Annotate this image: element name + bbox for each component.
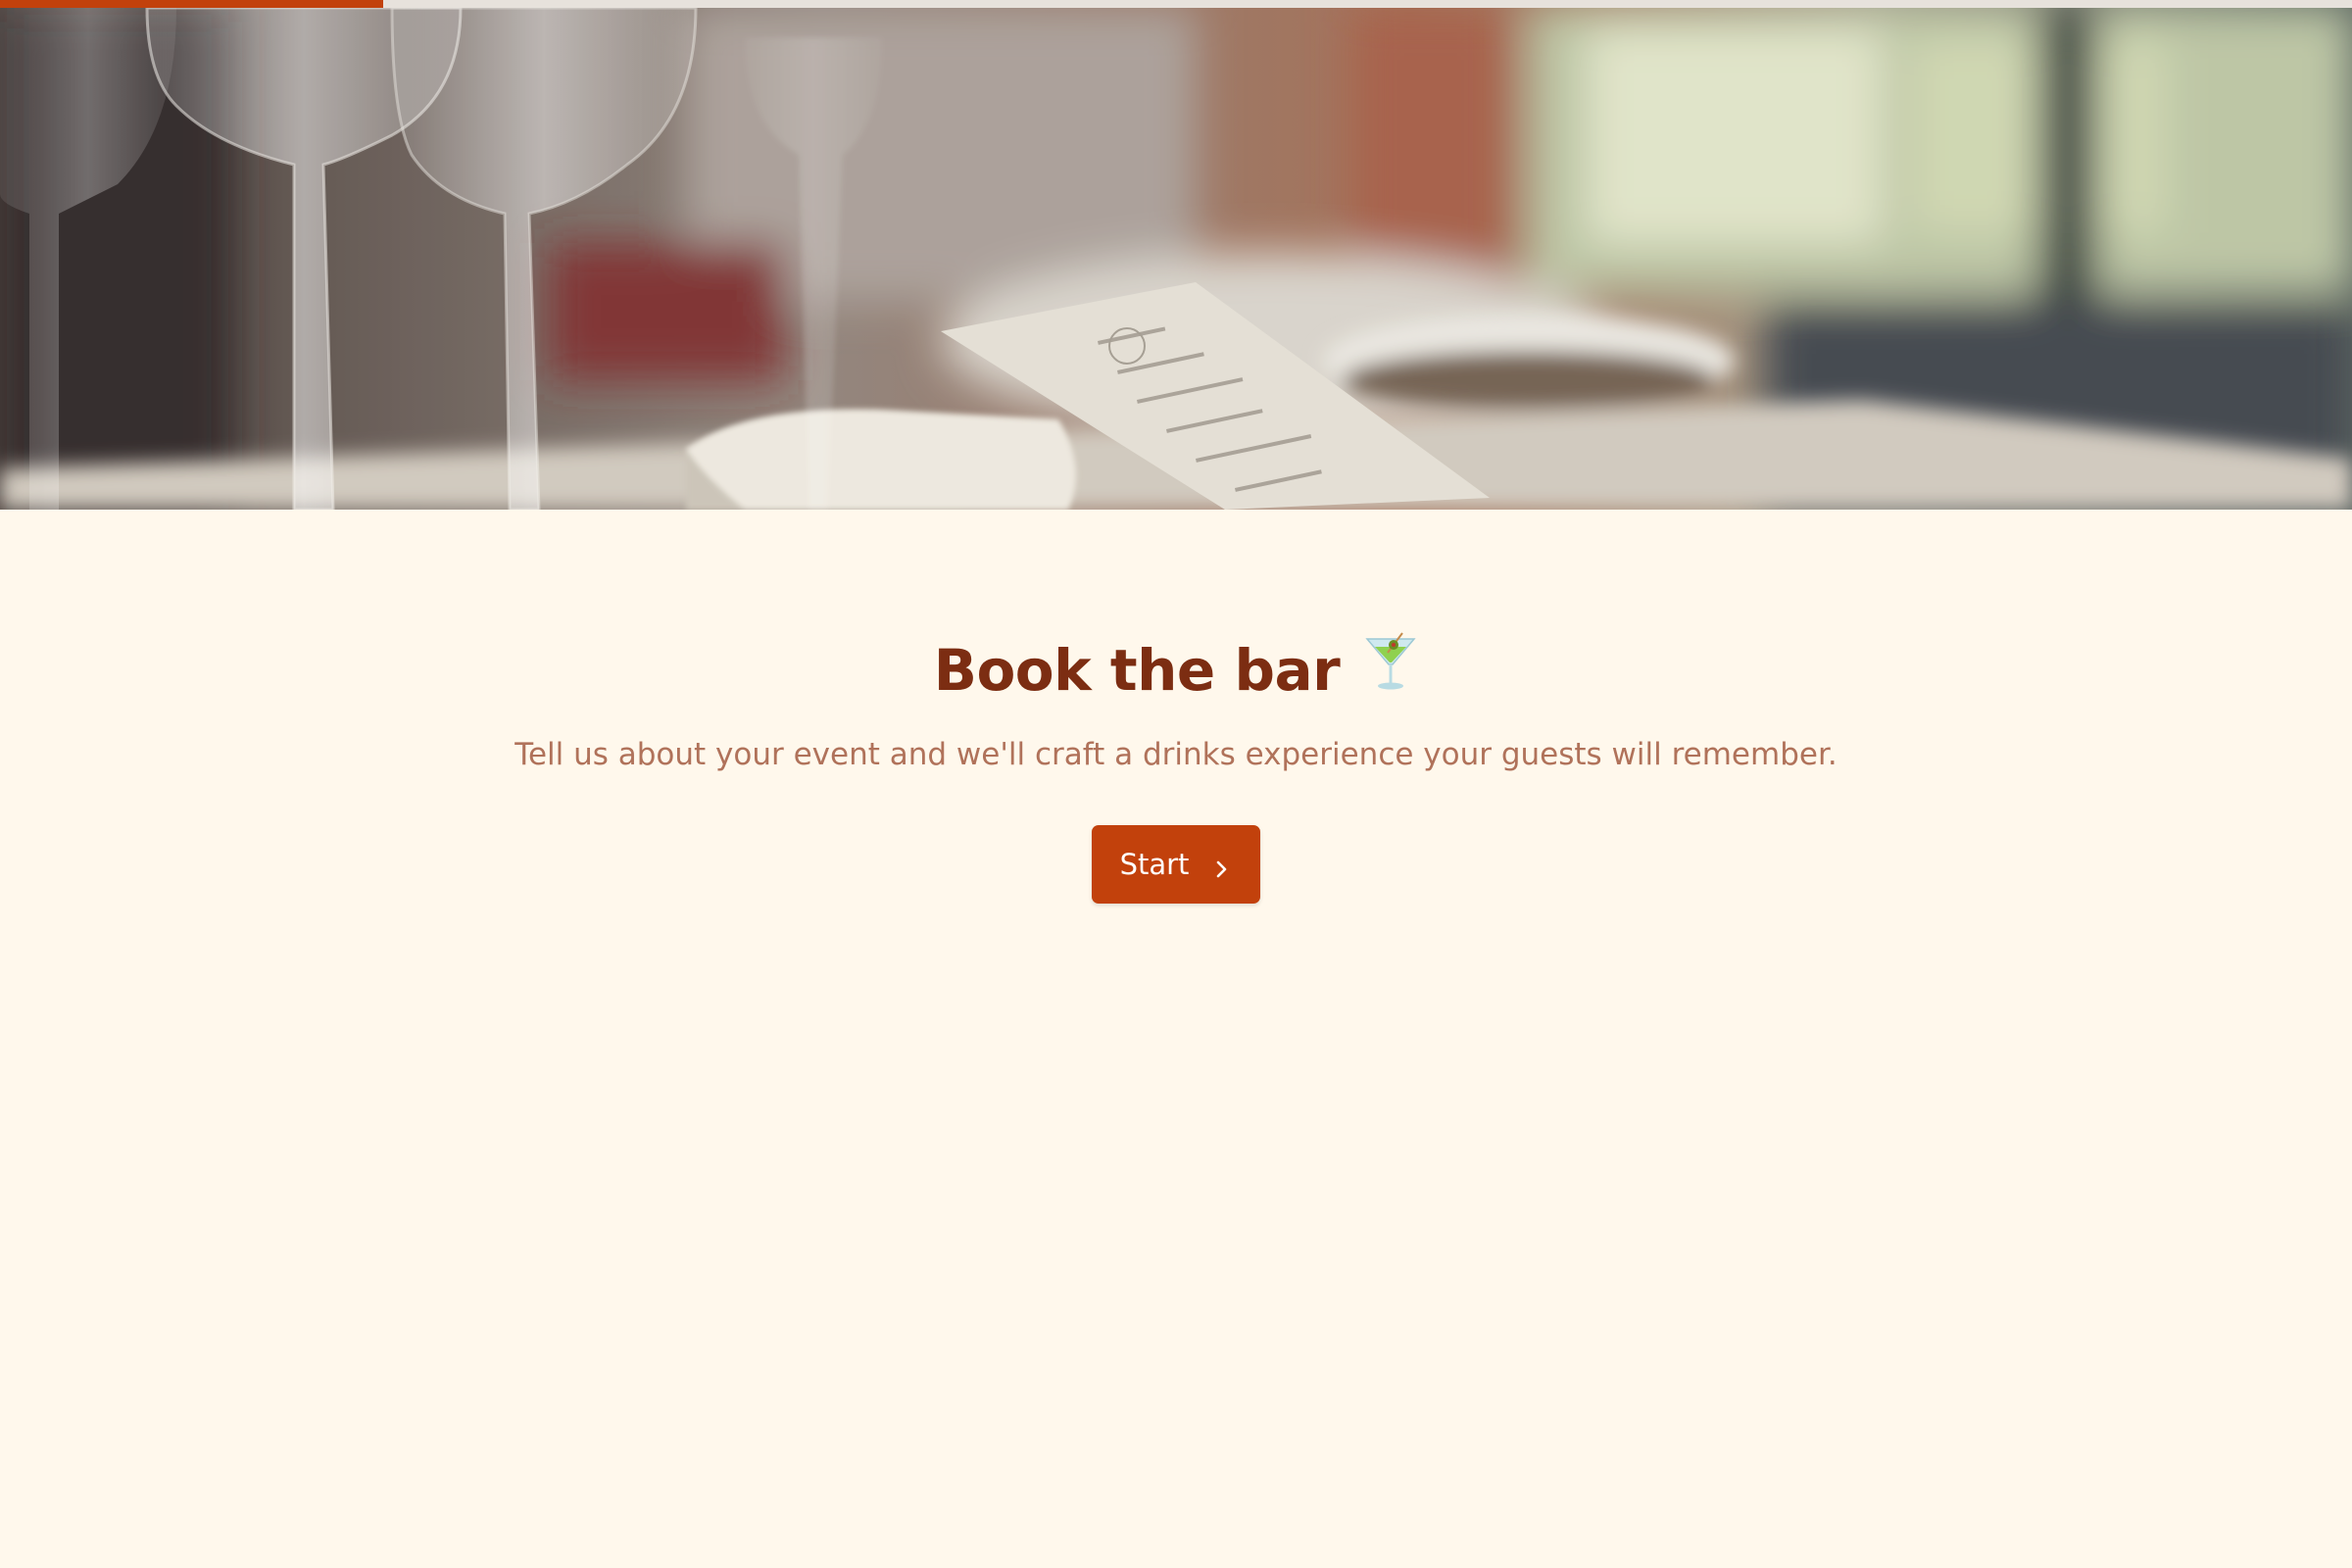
cocktail-icon [1363, 631, 1418, 708]
start-button-label: Start [1119, 847, 1190, 881]
hero-image [0, 8, 2352, 510]
page-title-text: Book the bar [933, 637, 1341, 704]
chevron-right-icon [1210, 854, 1232, 878]
page-title: Book the bar [0, 632, 2352, 708]
welcome-panel: Book the bar Tell us about your event an… [0, 510, 2352, 904]
start-button[interactable]: Start [1092, 824, 1260, 904]
progress-bar-fill [0, 0, 384, 8]
page-subtitle: Tell us about your event and we'll craft… [514, 736, 1838, 772]
progress-bar [0, 0, 2352, 8]
